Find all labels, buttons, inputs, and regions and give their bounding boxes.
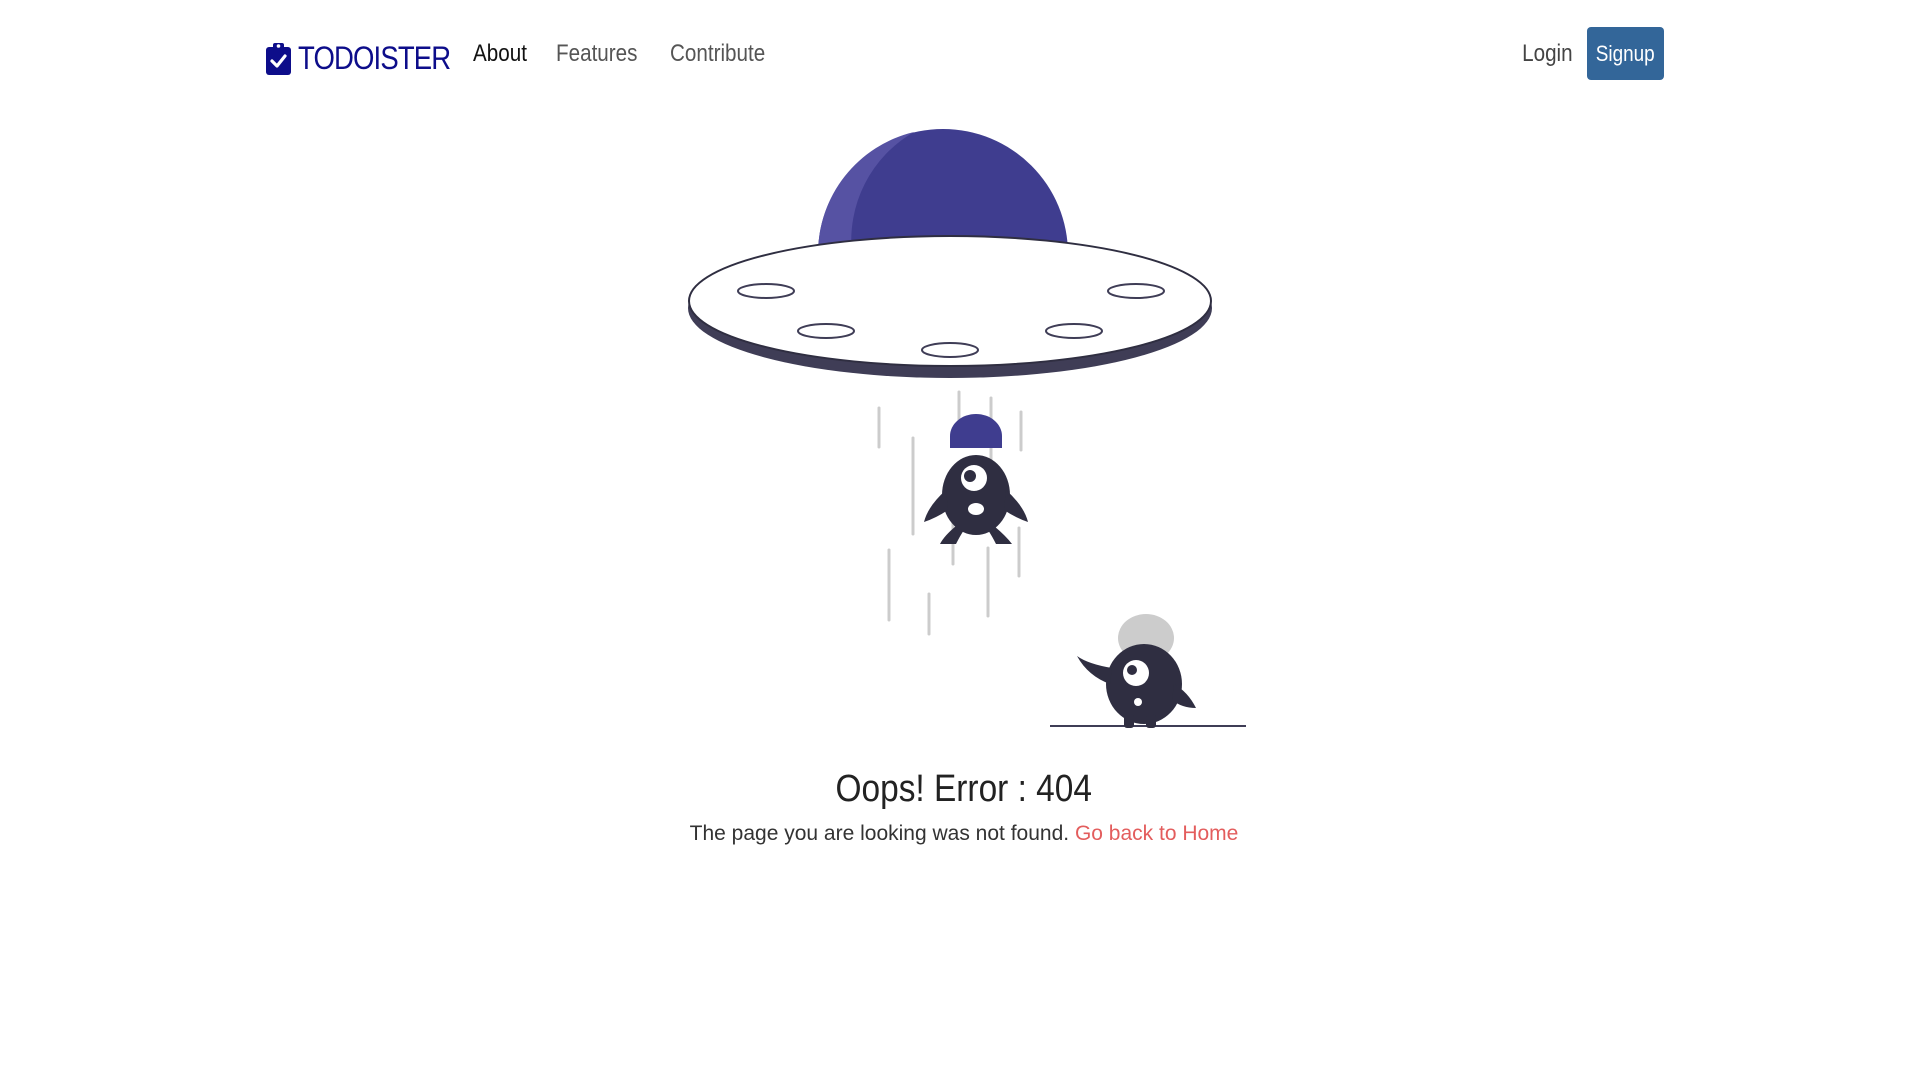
signup-label: Signup: [1596, 40, 1655, 66]
ground-creature: [1050, 614, 1246, 728]
clipboard-check-icon: [266, 43, 291, 75]
login-link[interactable]: Login: [1522, 40, 1573, 68]
nav-links: About Features Contribute: [473, 40, 801, 68]
brand-link[interactable]: TODOISTER: [266, 40, 475, 77]
error-title-text: Oops! Error : 404: [835, 768, 1093, 810]
nav-link-about[interactable]: About: [473, 40, 527, 68]
brand-name: TODOISTER: [298, 40, 451, 76]
nav-link-contribute[interactable]: Contribute: [670, 40, 765, 68]
ufo-saucer: [688, 235, 1212, 378]
go-home-link[interactable]: Go back to Home: [1075, 822, 1238, 845]
nav-link-features[interactable]: Features: [556, 40, 637, 68]
error-title: Oops! Error : 404: [0, 768, 1920, 811]
ufo-abduction-illustration: [688, 129, 1246, 728]
auth-links: Login Signup: [1518, 27, 1664, 80]
floating-creature: [924, 414, 1028, 544]
navbar: TODOISTER About Features Contribute Logi…: [0, 0, 1920, 110]
error-message-text: The page you are looking was not found.: [689, 822, 1070, 845]
error-message: The page you are looking was not found. …: [0, 822, 1920, 846]
signup-button[interactable]: Signup: [1587, 27, 1664, 80]
